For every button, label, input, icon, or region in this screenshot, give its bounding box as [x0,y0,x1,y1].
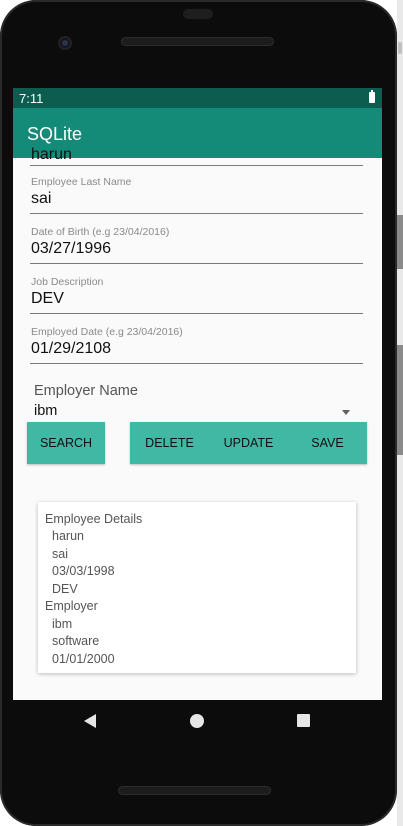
dob-value[interactable]: 03/27/1996 [31,240,111,258]
details-heading: Employee Details [45,512,143,526]
dob-underline [30,263,363,264]
status-bar: 7:11 [13,88,382,108]
recents-icon[interactable] [297,714,310,727]
home-icon[interactable] [190,714,204,728]
app-title: SQLite [27,124,83,144]
details-first-name: harun [52,529,84,543]
last-name-label: Employee Last Name [31,176,132,188]
details-employer-date: 01/01/2000 [52,652,115,666]
device-screen: 7:11 SQLite harun Employee Last Name sai… [13,88,382,700]
first-name-underline [30,165,363,166]
search-button[interactable]: SEARCH [27,422,105,464]
last-name-underline [30,213,363,214]
earpiece [183,9,213,19]
employee-form: harun Employee Last Name sai Date of Bir… [13,146,382,700]
battery-icon [369,90,375,103]
last-name-value[interactable]: sai [31,190,51,208]
job-description-value[interactable]: DEV [31,290,64,308]
details-job: DEV [52,582,78,596]
employed-date-value[interactable]: 01/29/2108 [31,340,111,358]
chevron-down-icon[interactable] [342,410,350,415]
employed-date-label: Employed Date (e.g 23/04/2016) [31,326,183,338]
delete-button[interactable]: DELETE [130,422,209,464]
details-last-name: sai [52,547,68,561]
bottom-speaker-grille [118,786,271,795]
employer-name-label: Employer Name [34,383,138,399]
employee-details-card: Employee Details harun sai 03/03/1998 DE… [38,502,356,673]
update-button[interactable]: UPDATE [209,422,288,464]
first-name-field[interactable]: harun [31,146,72,164]
action-button-group: DELETE UPDATE SAVE [130,422,367,464]
phone-frame: 7:11 SQLite harun Employee Last Name sai… [0,0,397,826]
details-employer-name: ibm [52,617,73,631]
adjacent-window-fragment [397,0,403,826]
back-icon[interactable] [84,714,96,728]
details-dob: 03/03/1998 [52,564,115,578]
details-employer-heading: Employer [45,599,98,613]
details-employer-type: software [52,634,100,648]
status-time: 7:11 [19,91,44,106]
dob-label: Date of Birth (e.g 23/04/2016) [31,226,170,238]
employed-date-underline [30,363,363,364]
job-description-label: Job Description [31,276,104,288]
front-camera [58,36,72,50]
job-description-underline [30,313,363,314]
save-button[interactable]: SAVE [288,422,367,464]
top-speaker-grille [121,37,274,46]
employer-name-spinner[interactable]: ibm [34,403,57,419]
